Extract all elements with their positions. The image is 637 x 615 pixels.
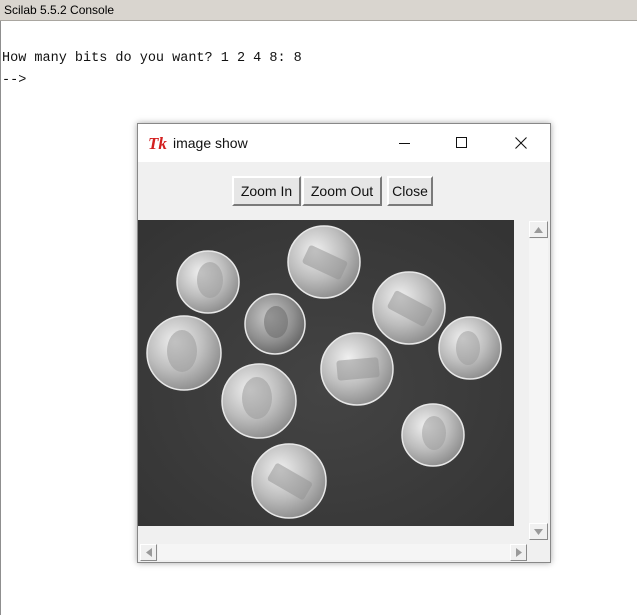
horizontal-scroll-track[interactable] — [158, 544, 510, 560]
scroll-up-button[interactable] — [529, 221, 548, 238]
arrow-up-icon — [534, 226, 543, 233]
coins-image — [138, 220, 514, 526]
console-titlebar: Scilab 5.5.2 Console — [0, 0, 637, 21]
arrow-down-icon — [534, 528, 543, 535]
close-window-button[interactable] — [498, 124, 544, 162]
window-title: image show — [173, 135, 248, 151]
scroll-left-button[interactable] — [140, 544, 157, 561]
console-title: Scilab 5.5.2 Console — [4, 3, 115, 17]
console-border — [0, 21, 1, 615]
vertical-scroll-track[interactable] — [529, 239, 548, 523]
arrow-right-icon — [515, 548, 522, 557]
toolbar: Zoom In Zoom Out Close — [138, 162, 550, 218]
image-show-window: Tk image show Zoom In Zoom Out Close — [137, 123, 551, 563]
close-icon — [515, 137, 527, 149]
maximize-button[interactable] — [439, 124, 485, 162]
minimize-icon — [399, 143, 410, 144]
horizontal-scrollbar[interactable] — [138, 542, 530, 562]
scrollbar-corner — [530, 542, 550, 562]
scroll-down-button[interactable] — [529, 523, 548, 540]
console-output[interactable]: How many bits do you want? 1 2 4 8: 8 --… — [2, 48, 302, 92]
close-button[interactable]: Close — [387, 176, 433, 206]
tk-logo-icon: Tk — [148, 134, 167, 152]
scroll-right-button[interactable] — [510, 544, 527, 561]
window-body: Zoom In Zoom Out Close — [138, 162, 550, 562]
window-titlebar[interactable]: Tk image show — [138, 124, 550, 162]
zoom-out-button[interactable]: Zoom Out — [302, 176, 382, 206]
maximize-icon — [456, 137, 467, 148]
zoom-in-button[interactable]: Zoom In — [232, 176, 301, 206]
arrow-left-icon — [145, 548, 152, 557]
console-line: How many bits do you want? 1 2 4 8: 8 — [2, 51, 302, 66]
vertical-scrollbar[interactable] — [528, 220, 549, 542]
svg-text:Tk: Tk — [148, 134, 167, 152]
minimize-button[interactable] — [382, 124, 428, 162]
image-canvas[interactable] — [138, 220, 514, 526]
console-prompt[interactable]: --> — [2, 70, 302, 92]
